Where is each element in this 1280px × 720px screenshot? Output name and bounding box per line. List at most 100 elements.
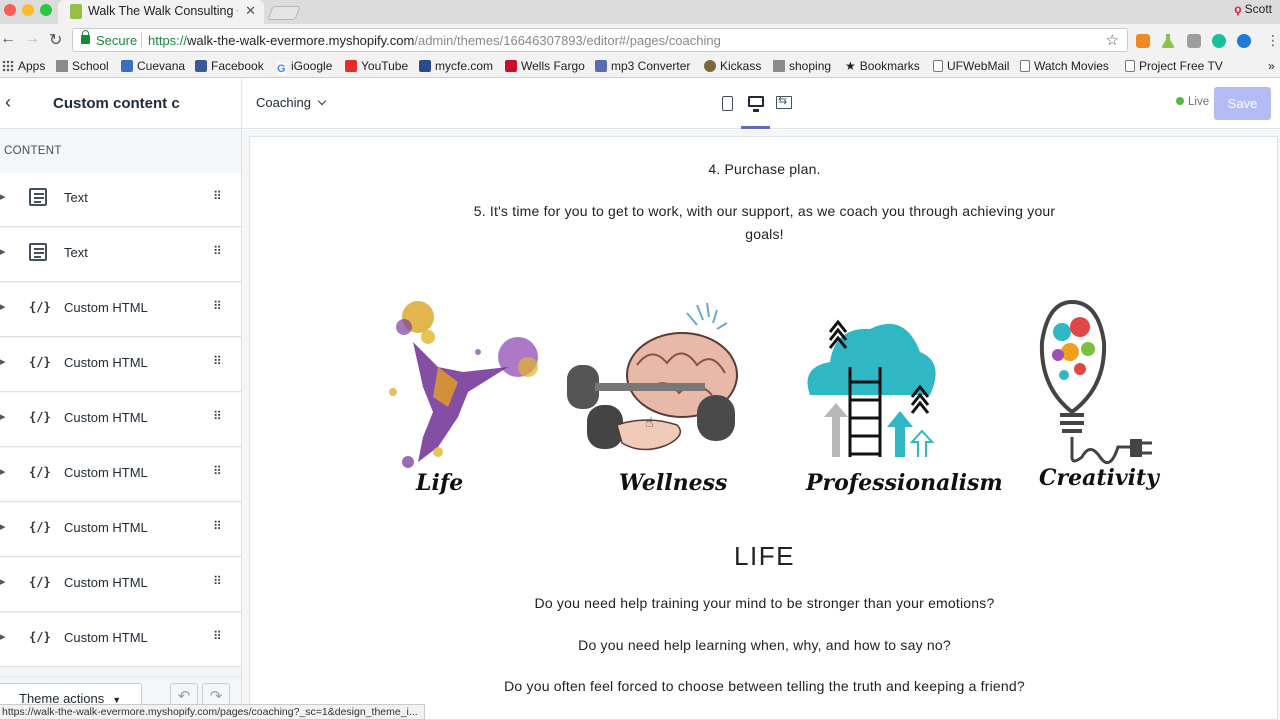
bookmark-cuevana[interactable]: Cuevana — [121, 59, 185, 73]
profile-button[interactable]: ϙ Scott — [1234, 2, 1272, 16]
code-icon: {/} — [29, 630, 51, 644]
expand-caret-icon[interactable]: ▸ — [0, 190, 6, 203]
tab-title: Walk The Walk Consulting ~ Cu — [88, 4, 238, 18]
bookmark-label: Project Free TV — [1139, 59, 1223, 73]
creativity-bulb-image[interactable] — [1030, 297, 1165, 467]
extension-rss-icon[interactable] — [1136, 34, 1150, 48]
back-chevron-icon[interactable]: ‹ — [5, 92, 11, 113]
drag-handle-icon[interactable]: ⠿ — [213, 354, 222, 368]
drag-handle-icon[interactable]: ⠿ — [213, 244, 222, 258]
sidebar-block-custom-html[interactable]: ▸ {/} Custom HTML ⠿ — [0, 283, 241, 337]
bookmark-label: UFWebMail — [947, 59, 1010, 73]
active-viewport-indicator — [741, 126, 770, 129]
fullwidth-view-icon[interactable] — [776, 94, 792, 109]
browser-tab-strip: Walk The Walk Consulting ~ Cu ✕ ϙScott — [0, 0, 1280, 24]
bookmark-apps[interactable]: Apps — [2, 59, 45, 73]
more-bookmarks-icon[interactable]: » — [1268, 59, 1275, 73]
mobile-view-icon[interactable] — [722, 96, 733, 111]
bookmark-label: mp3 Converter — [611, 59, 691, 73]
reload-icon[interactable]: ↻ — [49, 30, 62, 50]
back-arrow-icon[interactable]: ← — [0, 30, 16, 48]
bookmark-star-icon[interactable]: ☆ — [1106, 31, 1119, 49]
sidebar-block-custom-html[interactable]: ▸ {/} Custom HTML ⠿ — [0, 338, 241, 392]
expand-caret-icon[interactable]: ▸ — [0, 520, 6, 533]
bookmark-shoping[interactable]: shoping — [773, 59, 831, 73]
zoom-window-button[interactable] — [40, 4, 52, 16]
step-5-text-line2: goals! — [745, 226, 784, 242]
bookmark-kickass[interactable]: Kickass — [704, 59, 761, 73]
block-label: Custom HTML — [64, 520, 148, 535]
bookmark-school[interactable]: School — [56, 59, 109, 73]
bookmark-igoogle[interactable]: GiGoogle — [277, 59, 332, 75]
wellness-brain-image[interactable] — [557, 295, 747, 475]
bookmark-ufwebmail[interactable]: UFWebMail — [933, 59, 1009, 73]
close-window-button[interactable] — [4, 4, 16, 16]
page-selector[interactable]: Coaching — [256, 95, 327, 110]
drag-handle-icon[interactable]: ⠿ — [213, 519, 222, 533]
folder-icon — [56, 60, 68, 72]
drag-handle-icon[interactable]: ⠿ — [213, 409, 222, 423]
block-label: Custom HTML — [64, 410, 148, 425]
bookmark-mp3-converter[interactable]: mp3 Converter — [595, 59, 690, 73]
block-label: Custom HTML — [64, 630, 148, 645]
bookmark-label: Apps — [18, 59, 46, 73]
page-icon — [933, 60, 943, 72]
url-host: walk-the-walk-evermore.myshopify.com — [187, 33, 415, 48]
expand-caret-icon[interactable]: ▸ — [0, 410, 6, 423]
expand-caret-icon[interactable]: ▸ — [0, 575, 6, 588]
life-question-1: Do you need help training your mind to b… — [534, 595, 995, 611]
life-dancer-image[interactable] — [368, 297, 543, 477]
sidebar-block-text[interactable]: ▸ Text ⠿ — [0, 228, 241, 282]
block-label: Custom HTML — [64, 355, 148, 370]
bookmark-label: Cuevana — [137, 59, 186, 73]
bookmark-facebook[interactable]: Facebook — [195, 59, 264, 73]
browser-tab-active[interactable]: Walk The Walk Consulting ~ Cu ✕ — [58, 0, 264, 24]
sidebar-block-custom-html[interactable]: ▸ {/} Custom HTML ⠿ — [0, 503, 241, 557]
live-status-badge: Live — [1176, 96, 1209, 108]
new-tab-button[interactable] — [267, 6, 301, 20]
storefront-preview: 4. Purchase plan. 5. It's time for you t… — [249, 136, 1278, 720]
browser-toolbar: ← → ↻ Secure https://walk-the-walk-everm… — [0, 24, 1280, 56]
address-bar[interactable]: Secure https://walk-the-walk-evermore.my… — [72, 28, 1128, 52]
bookmark-label: Wells Fargo — [521, 59, 585, 73]
desktop-view-icon[interactable] — [748, 96, 764, 112]
close-tab-icon[interactable]: ✕ — [245, 3, 256, 19]
extension-compass-icon[interactable] — [1237, 34, 1251, 48]
drag-handle-icon[interactable]: ⠿ — [213, 629, 222, 643]
expand-caret-icon[interactable]: ▸ — [0, 355, 6, 368]
bookmark-youtube[interactable]: YouTube — [345, 59, 408, 73]
step-4-text: 4. Purchase plan. — [708, 161, 821, 177]
extension-badge-icon[interactable] — [1187, 34, 1201, 48]
bookmark-wells-fargo[interactable]: Wells Fargo — [505, 59, 585, 73]
bookmark-watch-movies[interactable]: Watch Movies — [1020, 59, 1109, 73]
live-dot-icon — [1176, 97, 1184, 105]
url-path: /admin/themes/16646307893/editor#/pages/… — [414, 33, 721, 48]
expand-caret-icon[interactable]: ▸ — [0, 300, 6, 313]
sidebar-block-custom-html[interactable]: ▸ {/} Custom HTML ⠿ — [0, 558, 241, 612]
bookmark-project-free-tv[interactable]: Project Free TV — [1125, 59, 1223, 73]
expand-caret-icon[interactable]: ▸ — [0, 245, 6, 258]
save-button[interactable]: Save — [1214, 87, 1271, 120]
drag-handle-icon[interactable]: ⠿ — [213, 464, 222, 478]
bookmark-bookmarks[interactable]: ★ Bookmarks — [845, 59, 920, 73]
forward-arrow-icon[interactable]: → — [24, 30, 40, 48]
bookmarks-bar: Apps School Cuevana Facebook GiGoogle Yo… — [0, 56, 1280, 78]
chevron-down-icon — [317, 96, 327, 106]
expand-caret-icon[interactable]: ▸ — [0, 630, 6, 643]
url-text: https://walk-the-walk-evermore.myshopify… — [148, 33, 721, 48]
sidebar-block-custom-html[interactable]: ▸ {/} Custom HTML ⠿ — [0, 393, 241, 447]
browser-menu-icon[interactable]: ⋮ — [1266, 32, 1280, 49]
sidebar-block-custom-html[interactable]: ▸ {/} Custom HTML ⠿ — [0, 448, 241, 502]
sidebar-block-text[interactable]: ▸ Text ⠿ — [0, 173, 241, 227]
minimize-window-button[interactable] — [22, 4, 34, 16]
drag-handle-icon[interactable]: ⠿ — [213, 299, 222, 313]
professionalism-cloud-image[interactable] — [800, 307, 940, 467]
step-5-text-line1: 5. It's time for you to get to work, wit… — [473, 203, 1056, 219]
drag-handle-icon[interactable]: ⠿ — [213, 574, 222, 588]
sidebar-block-custom-html[interactable]: ▸ {/} Custom HTML ⠿ — [0, 613, 241, 667]
bookmark-mycfe[interactable]: mycfe.com — [419, 59, 493, 73]
expand-caret-icon[interactable]: ▸ — [0, 465, 6, 478]
drag-handle-icon[interactable]: ⠿ — [213, 189, 222, 203]
life-question-3: Do you often feel forced to choose betwe… — [504, 678, 1025, 694]
extension-grammarly-icon[interactable] — [1212, 34, 1226, 48]
